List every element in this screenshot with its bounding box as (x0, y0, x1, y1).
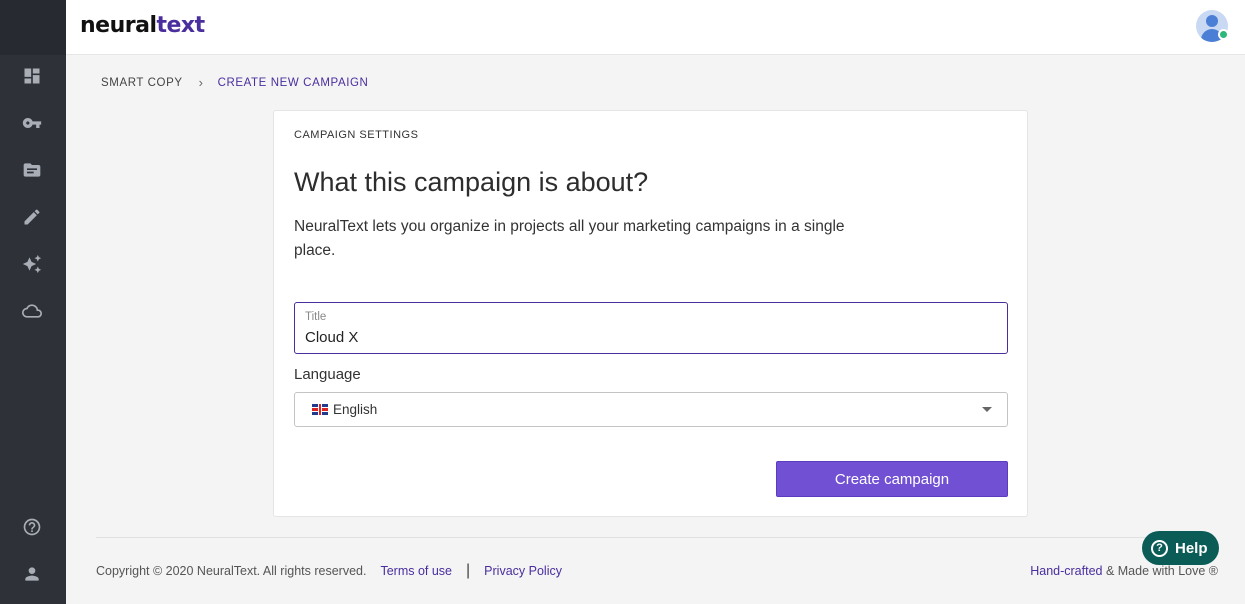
logo-accent: text (156, 13, 205, 38)
dashboard-icon (24, 68, 40, 84)
footer-credits: Hand-crafted & Made with Love ® (1030, 564, 1218, 578)
sidebar-item-dashboard[interactable] (21, 65, 43, 87)
create-campaign-button[interactable]: Create campaign (776, 461, 1008, 497)
sidebar-item-cloud[interactable] (21, 300, 43, 322)
online-status-dot (1218, 29, 1229, 40)
question-icon: ? (1151, 539, 1168, 557)
privacy-policy-link[interactable]: Privacy Policy (484, 564, 562, 578)
sidebar-item-projects[interactable] (21, 159, 43, 181)
sidebar-item-keys[interactable] (21, 112, 43, 134)
footer-separator: | (466, 562, 471, 579)
page-description: NeuralText lets you organize in projects… (294, 218, 845, 259)
sidebar-item-smart-copy[interactable] (21, 253, 43, 275)
title-field-label: Title (305, 311, 327, 323)
help-circle-icon (23, 518, 41, 536)
sidebar-header (0, 0, 66, 55)
cloud-icon (22, 304, 42, 318)
folder-icon (23, 163, 41, 177)
breadcrumb-separator-icon: › (198, 75, 204, 90)
pencil-icon (24, 209, 40, 225)
made-with-love-text: & Made with Love ® (1102, 564, 1218, 578)
breadcrumb-current: CREATE NEW CAMPAIGN (217, 76, 369, 89)
breadcrumb-smart-copy[interactable]: SMART COPY (101, 77, 183, 89)
logo-main: neural (80, 13, 157, 38)
footer-divider (96, 537, 1216, 538)
sidebar-item-account[interactable] (21, 563, 43, 585)
campaign-settings-card: CAMPAIGN SETTINGS What this campaign is … (273, 110, 1028, 517)
breadcrumb: SMART COPY › CREATE NEW CAMPAIGN (101, 75, 368, 90)
user-icon (25, 567, 39, 581)
sidebar (0, 0, 66, 604)
title-field[interactable]: Title (294, 302, 1008, 354)
uk-flag-icon (312, 404, 328, 415)
section-label: CAMPAIGN SETTINGS (294, 129, 419, 141)
hand-crafted-link[interactable]: Hand-crafted (1030, 564, 1102, 578)
key-icon (22, 118, 42, 128)
logo[interactable]: neuraltext (80, 13, 205, 38)
language-selected-value: English (333, 402, 378, 417)
copyright-text: Copyright © 2020 NeuralText. All rights … (96, 564, 367, 578)
footer: Copyright © 2020 NeuralText. All rights … (96, 562, 562, 579)
top-bar: neuraltext (66, 0, 1245, 55)
sidebar-item-help[interactable] (21, 516, 43, 538)
language-select[interactable]: English (294, 392, 1008, 427)
avatar-head (1206, 15, 1218, 27)
help-label: Help (1175, 539, 1208, 557)
page-title: What this campaign is about? (294, 167, 649, 197)
title-input[interactable] (305, 329, 995, 346)
sidebar-item-editor[interactable] (21, 206, 43, 228)
caret-down-icon (982, 407, 992, 412)
language-label: Language (294, 366, 361, 383)
sparkle-icon (22, 254, 42, 274)
terms-of-use-link[interactable]: Terms of use (380, 564, 452, 578)
help-button[interactable]: ? Help (1142, 531, 1219, 565)
